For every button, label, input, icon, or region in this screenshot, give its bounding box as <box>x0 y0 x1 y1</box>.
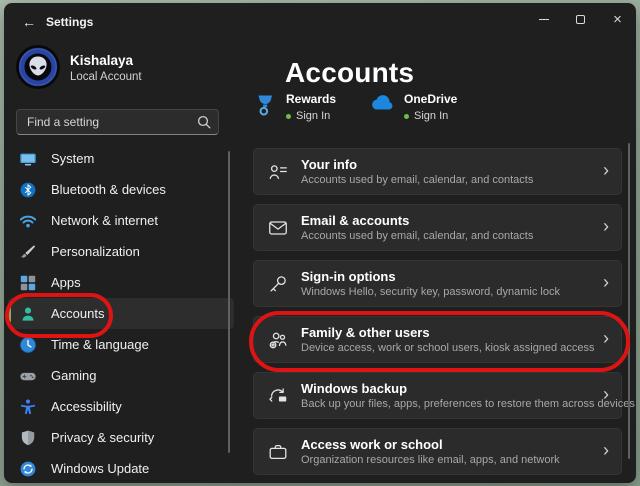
envelope-icon <box>267 217 289 239</box>
sidebar-item-label: Gaming <box>51 368 97 383</box>
briefcase-icon <box>267 441 289 463</box>
sidebar-item-windows-update[interactable]: Windows Update <box>8 453 234 483</box>
card-subtitle: Accounts used by email, calendar, and co… <box>301 230 591 242</box>
close-button[interactable]: × <box>599 3 636 36</box>
key-icon <box>267 273 289 295</box>
shield-icon <box>19 429 37 447</box>
maximize-button[interactable] <box>562 3 599 36</box>
chevron-right-icon: › <box>603 273 609 294</box>
content-scrollbar[interactable] <box>628 143 630 459</box>
wifi-icon <box>19 212 37 230</box>
sidebar-item-privacy-security[interactable]: Privacy & security <box>8 422 234 453</box>
sidebar-item-time-language[interactable]: Time & language <box>8 329 234 360</box>
sidebar-item-bluetooth-devices[interactable]: Bluetooth & devices <box>8 174 234 205</box>
sidebar-item-apps[interactable]: Apps <box>8 267 234 298</box>
card-title: Your info <box>301 157 591 172</box>
back-arrow-icon: ← <box>22 14 36 30</box>
rewards-label: Rewards <box>286 92 336 106</box>
game-controller-icon <box>19 367 37 385</box>
sidebar-item-label: Accounts <box>51 306 104 321</box>
sidebar-nav: System Bluetooth & devices Network & int… <box>8 143 234 483</box>
your-info-icon <box>267 161 289 183</box>
settings-card-list: Your info Accounts used by email, calend… <box>253 148 622 475</box>
sidebar-item-label: Privacy & security <box>51 430 154 445</box>
sign-in-options-card[interactable]: Sign-in options Windows Hello, security … <box>253 260 622 307</box>
sidebar-item-label: Windows Update <box>51 461 149 476</box>
sidebar-item-accessibility[interactable]: Accessibility <box>8 391 234 422</box>
search-box <box>16 109 219 135</box>
card-subtitle: Device access, work or school users, kio… <box>301 342 591 354</box>
sidebar-item-personalization[interactable]: Personalization <box>8 236 234 267</box>
sidebar-item-network-internet[interactable]: Network & internet <box>8 205 234 236</box>
card-subtitle: Accounts used by email, calendar, and co… <box>301 174 591 186</box>
card-title: Sign-in options <box>301 269 591 284</box>
window-controls: × <box>525 3 636 36</box>
sidebar-item-label: Time & language <box>51 337 149 352</box>
minimize-icon <box>539 19 549 20</box>
rewards-promo[interactable]: Rewards Sign In <box>256 92 336 122</box>
family-other-users-card[interactable]: Family & other users Device access, work… <box>253 316 622 363</box>
minimize-button[interactable] <box>525 3 562 36</box>
system-icon <box>19 150 37 168</box>
card-title: Windows backup <box>301 381 591 396</box>
update-arrows-icon <box>19 460 37 478</box>
card-subtitle: Organization resources like email, apps,… <box>301 454 591 466</box>
sidebar-item-label: Bluetooth & devices <box>51 182 166 197</box>
chevron-right-icon: › <box>603 329 609 350</box>
search-icon <box>197 115 211 129</box>
profile-account-type: Local Account <box>70 71 142 83</box>
card-subtitle: Back up your files, apps, preferences to… <box>301 398 591 410</box>
email-accounts-card[interactable]: Email & accounts Accounts used by email,… <box>253 204 622 251</box>
sidebar-item-label: Personalization <box>51 244 140 259</box>
backup-sync-icon <box>267 385 289 407</box>
onedrive-sign-in[interactable]: Sign In <box>414 110 448 122</box>
paintbrush-icon <box>19 243 37 261</box>
accounts-person-icon <box>19 305 37 323</box>
sidebar-item-label: Apps <box>51 275 81 290</box>
access-work-school-card[interactable]: Access work or school Organization resou… <box>253 428 622 475</box>
close-icon: × <box>613 12 622 27</box>
card-title: Email & accounts <box>301 213 591 228</box>
status-dot-icon <box>286 114 291 119</box>
family-users-icon <box>267 329 289 351</box>
chevron-right-icon: › <box>603 441 609 462</box>
sidebar-item-label: Accessibility <box>51 399 122 414</box>
alien-avatar-icon <box>16 45 60 89</box>
sidebar-item-accounts[interactable]: Accounts <box>8 298 234 329</box>
window-title: Settings <box>46 15 93 29</box>
sidebar-item-gaming[interactable]: Gaming <box>8 360 234 391</box>
status-dot-icon <box>404 114 409 119</box>
accessibility-person-icon <box>19 398 37 416</box>
windows-backup-card[interactable]: Windows backup Back up your files, apps,… <box>253 372 622 419</box>
page-title: Accounts <box>285 57 414 89</box>
sidebar-item-system[interactable]: System <box>8 143 234 174</box>
card-subtitle: Windows Hello, security key, password, d… <box>301 286 591 298</box>
avatar[interactable] <box>16 45 60 89</box>
your-info-card[interactable]: Your info Accounts used by email, calend… <box>253 148 622 195</box>
maximize-icon <box>576 15 585 24</box>
onedrive-cloud-icon <box>368 93 395 113</box>
rewards-trophy-icon <box>256 93 277 117</box>
onedrive-label: OneDrive <box>404 92 457 106</box>
sidebar-item-label: System <box>51 151 94 166</box>
apps-grid-icon <box>19 274 37 292</box>
back-button[interactable]: ← <box>16 11 42 33</box>
chevron-right-icon: › <box>603 161 609 182</box>
profile-name: Kishalaya <box>70 53 133 68</box>
settings-window: ← Settings × Kishalaya Local Account <box>4 3 636 483</box>
rewards-sign-in[interactable]: Sign In <box>296 110 330 122</box>
clock-globe-icon <box>19 336 37 354</box>
bluetooth-icon <box>19 181 37 199</box>
chevron-right-icon: › <box>603 217 609 238</box>
search-input[interactable] <box>17 110 218 134</box>
onedrive-promo[interactable]: OneDrive Sign In <box>368 92 457 122</box>
sidebar-scrollbar[interactable] <box>228 151 230 453</box>
card-title: Family & other users <box>301 325 591 340</box>
chevron-right-icon: › <box>603 385 609 406</box>
card-title: Access work or school <box>301 437 591 452</box>
sidebar-item-label: Network & internet <box>51 213 158 228</box>
